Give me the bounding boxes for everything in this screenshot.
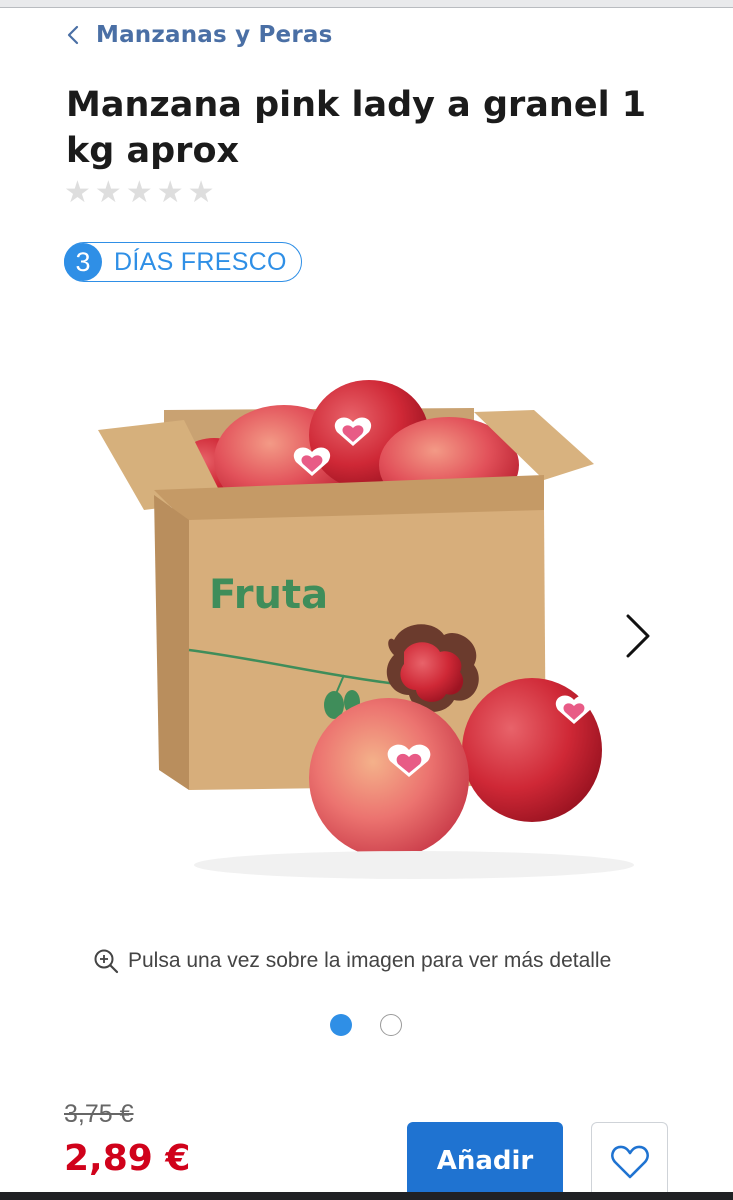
heart-outline-icon [610, 1145, 649, 1178]
browser-top-bar [0, 0, 733, 8]
star-icon: ★ [94, 175, 122, 210]
breadcrumb[interactable]: Manzanas y Peras [66, 22, 333, 48]
product-title: Manzana pink lady a granel 1 kg aprox [66, 85, 647, 171]
chevron-right-icon [626, 614, 650, 658]
favorite-button[interactable] [591, 1122, 668, 1200]
zoom-hint-text: Pulsa una vez sobre la imagen para ver m… [128, 949, 612, 972]
gallery-dot-2[interactable] [380, 1014, 402, 1036]
freshness-days: 3 [64, 243, 102, 281]
star-icon: ★ [156, 175, 184, 210]
zoom-hint: Pulsa una vez sobre la imagen para ver m… [93, 948, 611, 974]
add-to-cart-button[interactable]: Añadir [407, 1122, 563, 1200]
gallery-dots [330, 1014, 402, 1036]
product-image[interactable]: Fruta [64, 330, 664, 920]
old-price: 3,75 € [64, 1100, 134, 1128]
star-icon: ★ [64, 175, 91, 210]
star-icon: ★ [125, 175, 153, 210]
zoom-in-icon [94, 949, 119, 974]
breadcrumb-label[interactable]: Manzanas y Peras [96, 22, 333, 48]
chevron-left-icon [66, 22, 82, 48]
system-bottom-bar [0, 1192, 733, 1200]
box-text: Fruta [209, 572, 328, 618]
current-price: 2,89 € [64, 1138, 191, 1179]
freshness-badge: 3 DÍAS FRESCO [64, 242, 302, 282]
apple-box-illustration: Fruta [98, 380, 634, 879]
next-image-button[interactable] [618, 610, 658, 662]
freshness-label: DÍAS FRESCO [114, 247, 287, 276]
star-icon: ★ [187, 175, 215, 210]
gallery-dot-1[interactable] [330, 1014, 352, 1036]
rating-stars[interactable]: ★ ★ ★ ★ ★ [64, 177, 215, 209]
